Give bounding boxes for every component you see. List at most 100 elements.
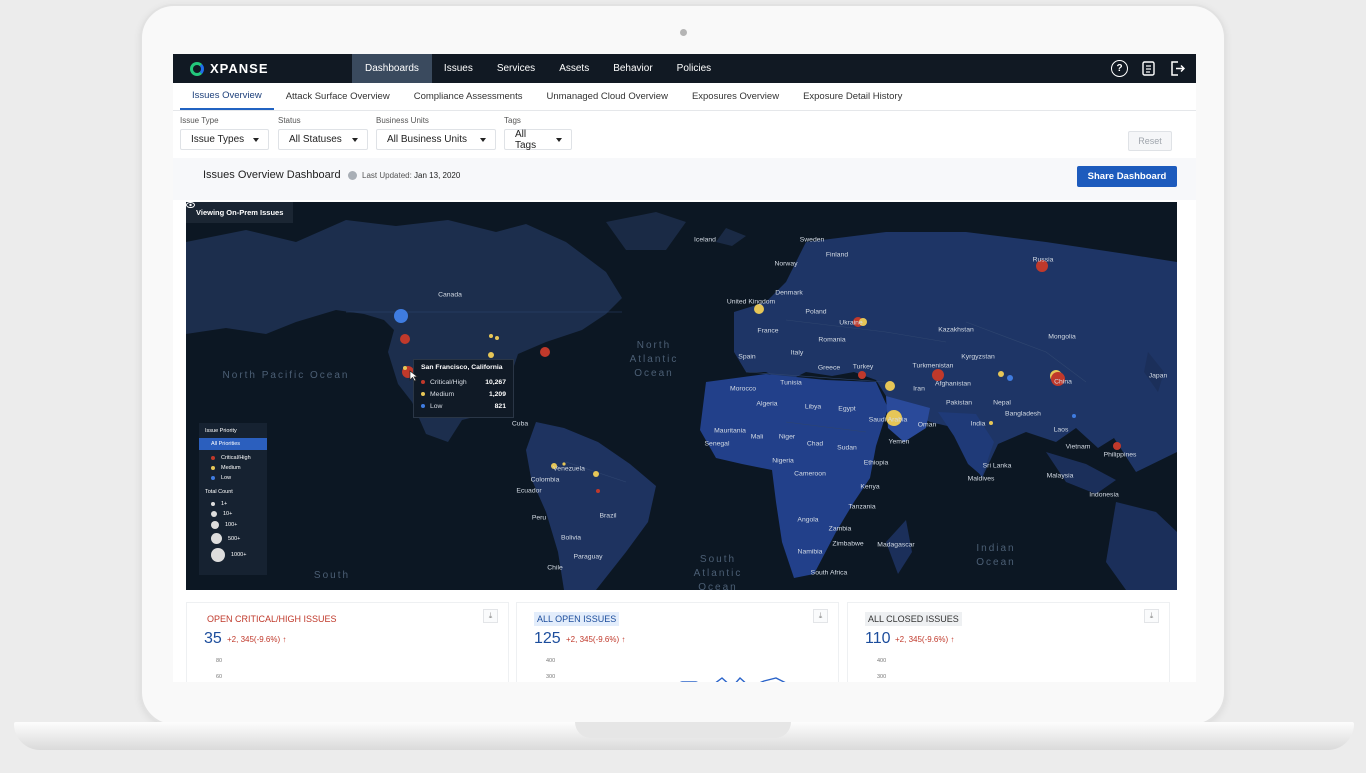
document-icon[interactable] — [1140, 60, 1157, 77]
legend-critical[interactable]: Critical/High — [199, 453, 267, 463]
country-label: Chile — [547, 564, 563, 572]
critical-dot-icon — [211, 456, 215, 460]
select-value: Issue Types — [191, 134, 245, 145]
tab-exposures-overview[interactable]: Exposures Overview — [680, 83, 791, 110]
world-map[interactable]: North Pacific Ocean North Atlantic Ocean… — [186, 202, 1177, 590]
filter-tags: Tags All Tags — [504, 116, 572, 151]
country-label: Spain — [738, 353, 756, 361]
country-label: Mali — [750, 433, 764, 441]
tooltip-value: 821 — [494, 402, 506, 410]
download-icon[interactable]: ⤓ — [1144, 609, 1159, 623]
legend-count-title: Total Count — [205, 489, 233, 495]
country-label: Laos — [1053, 426, 1069, 434]
tooltip-label: Critical/High — [430, 378, 467, 386]
size-dot-icon — [211, 511, 217, 517]
legend-label: Critical/High — [221, 455, 251, 461]
low-dot-icon — [421, 404, 425, 408]
reset-button[interactable]: Reset — [1128, 131, 1172, 151]
nav-behavior[interactable]: Behavior — [601, 54, 664, 83]
country-label: Indonesia — [1089, 491, 1119, 499]
country-label: Greece — [817, 364, 841, 372]
country-label: Sweden — [799, 236, 825, 244]
country-label: Japan — [1148, 372, 1168, 380]
marker-brazil-north — [596, 489, 600, 493]
country-label: Turkey — [852, 363, 874, 371]
country-label: Kazakhstan — [938, 326, 974, 334]
viewing-on-prem-toggle[interactable]: Viewing On-Prem Issues — [186, 202, 294, 223]
nav-dashboards[interactable]: Dashboards — [352, 54, 432, 83]
country-label: Tunisia — [780, 379, 802, 387]
marker-iran — [885, 381, 895, 391]
tags-select[interactable]: All Tags — [504, 129, 572, 151]
download-icon[interactable]: ⤓ — [813, 609, 828, 623]
caret-down-icon — [556, 137, 562, 142]
laptop-notch — [575, 722, 791, 738]
share-dashboard-button[interactable]: Share Dashboard — [1077, 166, 1177, 187]
card-value: 35 — [204, 630, 222, 647]
medium-dot-icon — [421, 392, 425, 396]
legend-medium[interactable]: Medium — [199, 463, 267, 473]
arrow-up-icon: ↑ — [621, 635, 626, 644]
tab-unmanaged-cloud-overview[interactable]: Unmanaged Cloud Overview — [534, 83, 679, 110]
filter-label: Business Units — [376, 116, 429, 125]
card-title: ALL OPEN ISSUES — [534, 612, 620, 626]
country-label: Algeria — [756, 400, 778, 408]
business-units-select[interactable]: All Business Units — [376, 129, 496, 150]
country-label: Venezuela — [553, 465, 585, 473]
status-select[interactable]: All Statuses — [278, 129, 368, 150]
y-tick: 400 — [546, 658, 556, 664]
tab-exposure-detail-history[interactable]: Exposure Detail History — [791, 83, 914, 110]
country-label: Oman — [917, 421, 937, 429]
card-all-closed: ALL CLOSED ISSUES 110 +2, 345(-9.6%) ↑ ⤓… — [847, 602, 1170, 682]
open-issues-sparkline — [679, 677, 786, 682]
help-icon[interactable]: ? — [1111, 60, 1128, 77]
logout-icon[interactable] — [1169, 60, 1186, 77]
info-icon[interactable] — [348, 171, 357, 180]
dashboard-tabs: Issues Overview Attack Surface Overview … — [180, 83, 914, 110]
logo[interactable]: XPANSE — [190, 61, 352, 76]
country-label: Sudan — [837, 444, 857, 452]
country-label: Canada — [438, 291, 462, 299]
country-label: Morocco — [729, 385, 757, 393]
select-value: All Business Units — [387, 134, 468, 145]
marker-portland — [400, 334, 410, 344]
filter-label: Issue Type — [180, 116, 219, 125]
marker-turkmenistan — [932, 369, 944, 381]
legend-all-priorities[interactable]: All Priorities — [199, 438, 267, 450]
cursor-icon — [409, 370, 419, 382]
tabs-divider — [173, 110, 1196, 111]
country-label: Norway — [774, 260, 798, 268]
country-label: Niger — [778, 433, 796, 441]
tab-compliance-assessments[interactable]: Compliance Assessments — [402, 83, 535, 110]
marker-india-north — [998, 371, 1004, 377]
legend-count-1000: 1000+ — [199, 546, 267, 564]
filter-label: Tags — [504, 116, 521, 125]
country-label: Finland — [825, 251, 849, 259]
low-dot-icon — [211, 476, 215, 480]
nav-assets[interactable]: Assets — [547, 54, 601, 83]
ocean-south-atlantic: South Atlantic Ocean — [693, 554, 743, 590]
card-title: OPEN CRITICAL/HIGH ISSUES — [207, 614, 337, 624]
nav-services[interactable]: Services — [485, 54, 547, 83]
nav-issues[interactable]: Issues — [432, 54, 485, 83]
issue-type-select[interactable]: Issue Types — [180, 129, 269, 150]
tooltip-label: Medium — [430, 390, 455, 398]
legend-label: 1000+ — [231, 552, 247, 558]
ocean-indian: Indian Ocean — [976, 543, 1016, 568]
country-label: Zambia — [828, 525, 852, 533]
download-icon[interactable]: ⤓ — [483, 609, 498, 623]
legend-low[interactable]: Low — [199, 473, 267, 483]
country-label: Poland — [805, 308, 827, 316]
card-open-critical: OPEN CRITICAL/HIGH ISSUES 35 +2, 345(-9.… — [186, 602, 509, 682]
last-updated: Last Updated: Jan 13, 2020 — [362, 171, 460, 180]
country-label: Russia — [1032, 256, 1054, 264]
tab-issues-overview[interactable]: Issues Overview — [180, 83, 274, 110]
country-label: Ecuador — [516, 487, 542, 495]
eye-icon — [186, 202, 195, 208]
nav-policies[interactable]: Policies — [665, 54, 723, 83]
tab-attack-surface-overview[interactable]: Attack Surface Overview — [274, 83, 402, 110]
country-label: Chad — [806, 440, 824, 448]
country-label: Afghanistan — [935, 380, 971, 388]
country-label: Nigeria — [772, 457, 794, 465]
legend-priority-title: Issue Priority — [205, 428, 237, 434]
